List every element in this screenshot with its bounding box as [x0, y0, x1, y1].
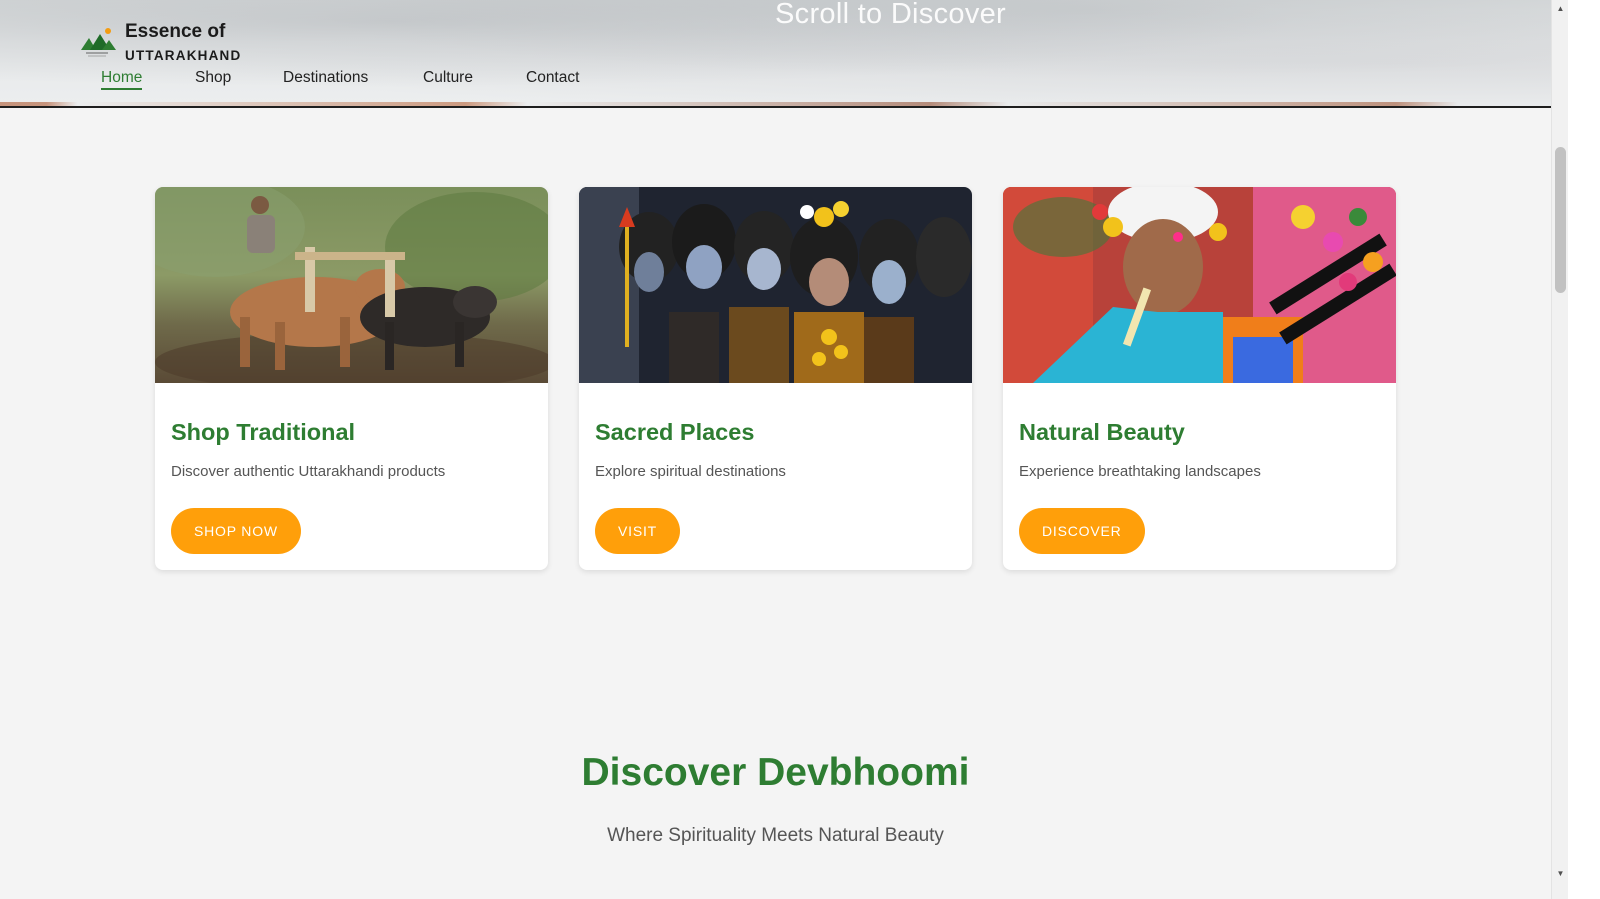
nav-contact[interactable]: Contact	[526, 69, 579, 87]
card-shop-traditional: Shop Traditional Discover authentic Utta…	[155, 187, 548, 570]
nav-home[interactable]: Home	[101, 69, 143, 90]
window-edge	[1568, 0, 1600, 899]
scroll-down-arrow-icon[interactable]: ▼	[1552, 865, 1569, 882]
discover-button[interactable]: DISCOVER	[1019, 508, 1145, 554]
card-title: Natural Beauty	[1019, 419, 1185, 445]
section-title: Discover Devbhoomi	[581, 751, 970, 794]
nav-culture[interactable]: Culture	[423, 69, 473, 87]
farmer-plowing-with-oxen-image	[155, 187, 548, 383]
vertical-scrollbar[interactable]: ▲ ▼	[1551, 0, 1568, 899]
card-sacred-places: Sacred Places Explore spiritual destinat…	[579, 187, 972, 570]
nav-shop[interactable]: Shop	[195, 69, 231, 87]
site-logo[interactable]: Essence of UTTARAKHAND	[80, 22, 241, 63]
mountain-sun-logo-icon	[80, 24, 118, 62]
card-description: Explore spiritual destinations	[595, 463, 786, 480]
card-title: Shop Traditional	[171, 419, 356, 445]
scroll-hint: Scroll to Discover	[775, 0, 1007, 30]
card-description: Experience breathtaking landscapes	[1019, 463, 1261, 480]
scrollbar-thumb[interactable]	[1555, 147, 1566, 293]
folk-musician-playing-bagpipe-image	[1003, 187, 1396, 383]
logo-subtitle: UTTARAKHAND	[125, 48, 242, 63]
card-title: Sacred Places	[595, 419, 755, 445]
page-viewport: Scroll to Discover Essence of UTTARAKHAN…	[0, 0, 1551, 899]
logo-title: Essence of	[125, 21, 226, 42]
card-natural-beauty: Natural Beauty Experience breathtaking l…	[1003, 187, 1396, 570]
section-subtitle: Where Spirituality Meets Natural Beauty	[607, 825, 944, 846]
children-dressed-as-shiva-image	[579, 187, 972, 383]
scroll-up-arrow-icon[interactable]: ▲	[1552, 0, 1569, 17]
site-header: Scroll to Discover Essence of UTTARAKHAN…	[0, 0, 1551, 108]
shop-now-button[interactable]: SHOP NOW	[171, 508, 301, 554]
card-description: Discover authentic Uttarakhandi products	[171, 463, 446, 480]
visit-button[interactable]: VISIT	[595, 508, 681, 554]
nav-destinations[interactable]: Destinations	[283, 69, 368, 87]
